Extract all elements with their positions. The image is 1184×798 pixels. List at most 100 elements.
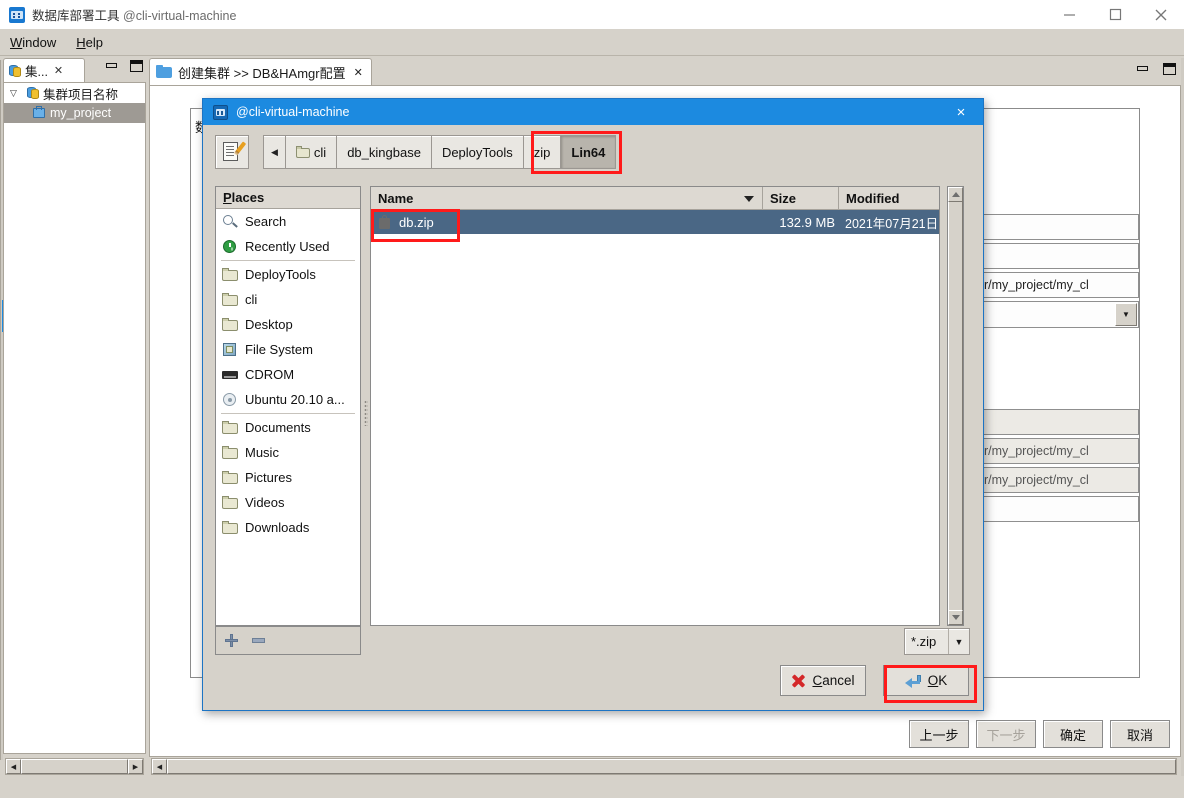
scroll-up-icon[interactable] (948, 187, 963, 202)
tree-node-root-label: 集群项目名称 (43, 87, 119, 102)
path-bar: ◀ cli db_kingbase DeployTools zip Lin64 (215, 135, 617, 169)
column-header-size[interactable]: Size (763, 187, 839, 209)
dialog-titlebar: @cli-virtual-machine × (203, 99, 983, 125)
tab-cluster-explorer[interactable]: 集... ✕ (3, 58, 85, 82)
places-item-file-system-label: File System (245, 342, 313, 357)
places-item-desktop-label: Desktop (245, 317, 293, 332)
sort-descending-icon (744, 196, 754, 202)
window-titlebar: 数据库部署工具 @cli-virtual-machine (0, 0, 1184, 29)
maximize-icon[interactable] (129, 59, 144, 73)
search-icon (222, 214, 239, 229)
places-item-search[interactable]: Search (216, 209, 360, 234)
folder-icon (295, 146, 310, 158)
places-item-cli-label: cli (245, 292, 258, 307)
folder-icon (222, 470, 239, 485)
scroll-left-icon[interactable]: ◀ (152, 759, 167, 774)
places-item-music[interactable]: Music (216, 440, 360, 465)
tree-node-my-project-label: my_project (50, 106, 112, 120)
form-field-1[interactable] (971, 214, 1139, 240)
minimize-icon[interactable] (1135, 62, 1150, 76)
places-item-music-label: Music (245, 445, 279, 460)
cluster-tree[interactable]: ▽ 集群项目名称 my_project (3, 82, 146, 754)
menu-window[interactable]: Window (0, 32, 66, 53)
places-sidebar[interactable]: Places Search Recently Used DeployTools … (215, 186, 361, 626)
menubar: Window Help (0, 29, 1184, 56)
places-item-videos[interactable]: Videos (216, 490, 360, 515)
file-list[interactable]: Name Size Modified db.zip 132.9 MB 2021年… (370, 186, 940, 626)
places-item-documents[interactable]: Documents (216, 415, 360, 440)
minimize-icon[interactable] (104, 59, 119, 73)
breadcrumb-item-db-kingbase[interactable]: db_kingbase (337, 135, 432, 169)
places-item-ubuntu-disc-label: Ubuntu 20.10 a... (245, 392, 345, 407)
places-item-cdrom[interactable]: CDROM (216, 362, 360, 387)
file-name-cell: db.zip (371, 214, 763, 230)
cancel-button[interactable]: 取消 (1110, 720, 1170, 748)
close-button[interactable] (1138, 0, 1184, 29)
breadcrumb-item-zip[interactable]: zip (523, 135, 562, 169)
close-icon[interactable]: ✕ (354, 66, 363, 79)
table-row[interactable]: db.zip 132.9 MB 2021年07月21日 (371, 210, 939, 234)
hard-disk-icon (222, 342, 239, 357)
scroll-left-icon[interactable]: ◀ (6, 759, 21, 774)
hscroll-thumb[interactable] (167, 759, 1176, 774)
places-item-deploytools[interactable]: DeployTools (216, 262, 360, 287)
chevron-down-icon[interactable]: ▼ (1115, 303, 1137, 326)
divider (221, 413, 355, 414)
places-item-cli[interactable]: cli (216, 287, 360, 312)
form-field-2[interactable] (971, 243, 1139, 269)
close-icon[interactable]: ✕ (54, 64, 63, 77)
tree-node-my-project[interactable]: my_project (4, 103, 145, 123)
places-item-recently-used-label: Recently Used (245, 239, 330, 254)
minimize-button[interactable] (1046, 0, 1092, 29)
file-list-vscrollbar[interactable] (947, 186, 964, 626)
column-header-name[interactable]: Name (371, 187, 763, 209)
form-combo-1[interactable]: ▼ (971, 301, 1139, 328)
column-header-modified[interactable]: Modified (839, 187, 939, 209)
file-filter-combo[interactable]: *.zip ▼ (904, 628, 970, 655)
pencil-document-icon (222, 141, 247, 163)
breadcrumb-item-cli[interactable]: cli (285, 135, 338, 169)
tab-cluster-explorer-label: 集... (25, 65, 48, 79)
chevron-down-icon[interactable]: ▼ (948, 629, 969, 654)
left-panel-buttons (104, 59, 144, 73)
scroll-right-icon[interactable]: ▶ (128, 759, 143, 774)
places-item-pictures[interactable]: Pictures (216, 465, 360, 490)
menu-help[interactable]: Help (66, 32, 113, 53)
type-filename-button[interactable] (215, 135, 249, 169)
places-item-ubuntu-disc[interactable]: Ubuntu 20.10 a... (216, 387, 360, 412)
breadcrumb-item-lin64[interactable]: Lin64 (561, 135, 617, 169)
places-item-file-system[interactable]: File System (216, 337, 360, 362)
places-item-downloads[interactable]: Downloads (216, 515, 360, 540)
places-item-desktop[interactable]: Desktop (216, 312, 360, 337)
maximize-button[interactable] (1092, 0, 1138, 29)
previous-step-button[interactable]: 上一步 (909, 720, 969, 748)
breadcrumb-item-cli-label: cli (313, 144, 327, 160)
cancel-button-label: Cancel (812, 673, 855, 688)
breadcrumb-back-button[interactable]: ◀ (263, 135, 286, 169)
tree-node-root[interactable]: ▽ 集群项目名称 (4, 83, 145, 103)
hscroll-track[interactable] (167, 759, 1176, 774)
ok-button[interactable]: OK (883, 665, 969, 696)
form-field-3[interactable] (971, 496, 1139, 522)
left-panel-hscrollbar[interactable]: ◀ ▶ (5, 758, 144, 775)
tab-create-cluster[interactable]: 创建集群 >> DB&HAmgr配置 ✕ (149, 58, 372, 85)
places-item-recently-used[interactable]: Recently Used (216, 234, 360, 259)
close-icon[interactable]: × (947, 99, 975, 125)
hscroll-track[interactable] (21, 759, 128, 774)
hscroll-thumb[interactable] (21, 759, 128, 774)
main-panel-hscrollbar[interactable]: ◀ (151, 758, 1177, 775)
cancel-button[interactable]: Cancel (780, 665, 866, 696)
maximize-icon[interactable] (1162, 62, 1177, 76)
breadcrumb-item-deploytools[interactable]: DeployTools (431, 135, 524, 169)
window-title-text: 数据库部署工具 (32, 9, 120, 23)
form-field-install-path[interactable]: er/my_project/my_cl (971, 272, 1139, 298)
dialog-action-bar: Cancel OK (780, 665, 969, 696)
minus-icon[interactable] (252, 638, 265, 643)
plus-icon[interactable] (225, 634, 238, 647)
confirm-button[interactable]: 确定 (1043, 720, 1103, 748)
chevron-down-icon[interactable]: ▽ (10, 88, 22, 99)
scroll-down-icon[interactable] (948, 610, 963, 625)
pane-splitter-handle[interactable] (364, 400, 368, 426)
places-item-cdrom-label: CDROM (245, 367, 295, 382)
vscroll-track[interactable] (948, 202, 963, 610)
